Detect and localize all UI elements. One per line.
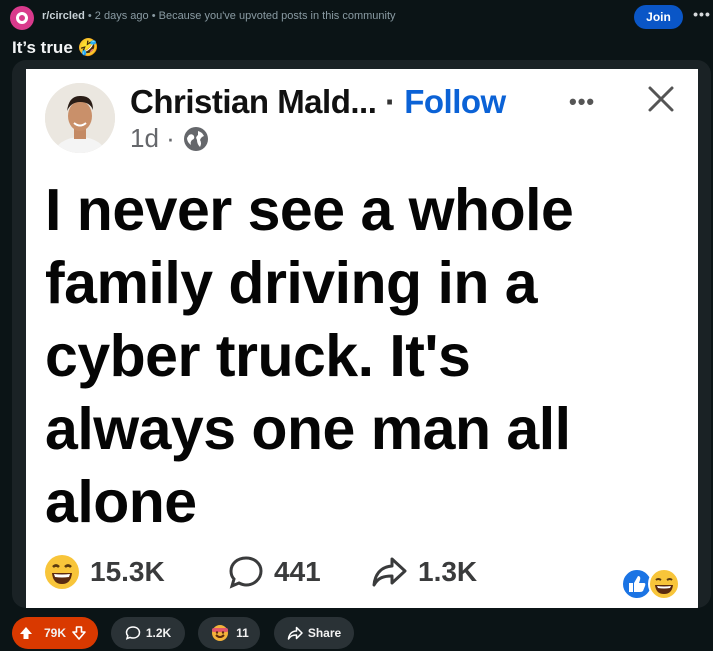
post-author: Christian Mald... · Follow — [130, 83, 506, 121]
upvote-icon[interactable] — [19, 626, 33, 640]
reaction-icons — [621, 568, 680, 600]
downvote-icon[interactable] — [72, 626, 86, 640]
shares-stat: 1.3K — [370, 554, 477, 590]
reactions-stat: 15.3K — [44, 554, 165, 590]
facebook-post-screenshot: Christian Mald... · Follow 1d · ••• I ne… — [26, 69, 698, 608]
like-icon — [621, 568, 653, 600]
share-label: Share — [307, 626, 342, 640]
comments-button[interactable]: 1.2K — [111, 617, 185, 649]
upvote-count: 79K — [43, 626, 66, 640]
follow-link: Follow — [404, 83, 506, 120]
reactions-count: 15.3K — [90, 556, 165, 587]
comments-count: 441 — [274, 556, 321, 587]
comments-stat: 441 — [228, 554, 321, 590]
comment-bubble-icon — [229, 556, 263, 589]
share-arrow-icon — [372, 557, 407, 587]
award-button[interactable]: 11 — [198, 617, 260, 649]
post-media[interactable]: Christian Mald... · Follow 1d · ••• I ne… — [12, 60, 711, 608]
haha-icon — [648, 568, 680, 600]
award-icon — [212, 625, 229, 641]
post-time-text: 1d · — [130, 123, 175, 153]
more-options-icon[interactable]: ••• — [693, 6, 711, 26]
shares-count: 1.3K — [418, 556, 478, 587]
post-title[interactable]: It’s true 🤣 — [12, 38, 99, 58]
post-age: 2 days ago — [94, 10, 149, 22]
post-options-icon: ••• — [569, 89, 596, 114]
laughing-emoji-icon — [45, 555, 79, 589]
post-header: r/circled • 2 days ago • Because you've … — [0, 0, 713, 34]
separator: · — [385, 83, 396, 120]
author-name: Christian Mald... — [130, 83, 377, 120]
recommendation-reason: Because you've upvoted posts in this com… — [158, 10, 396, 22]
avatar — [45, 83, 115, 153]
comments-count-label: 1.2K — [145, 626, 172, 640]
post-time: 1d · — [130, 123, 209, 154]
vote-button-group[interactable]: 79K — [12, 617, 98, 649]
engagement-bar: 15.3K 441 1.3K — [44, 554, 684, 594]
close-icon — [648, 86, 674, 112]
subreddit-icon[interactable] — [10, 6, 34, 30]
action-bar: 79K 1.2K 11 Share — [12, 617, 712, 649]
share-button[interactable]: Share — [274, 617, 354, 649]
join-button[interactable]: Join — [634, 5, 683, 29]
award-count: 11 — [236, 626, 249, 640]
post-body-text: I never see a whole family driving in a … — [45, 177, 574, 535]
comment-icon — [125, 626, 141, 640]
globe-icon — [183, 126, 208, 151]
share-icon — [287, 626, 303, 640]
post-meta: r/circled • 2 days ago • Because you've … — [42, 10, 396, 22]
subreddit-link[interactable]: r/circled — [42, 10, 85, 22]
